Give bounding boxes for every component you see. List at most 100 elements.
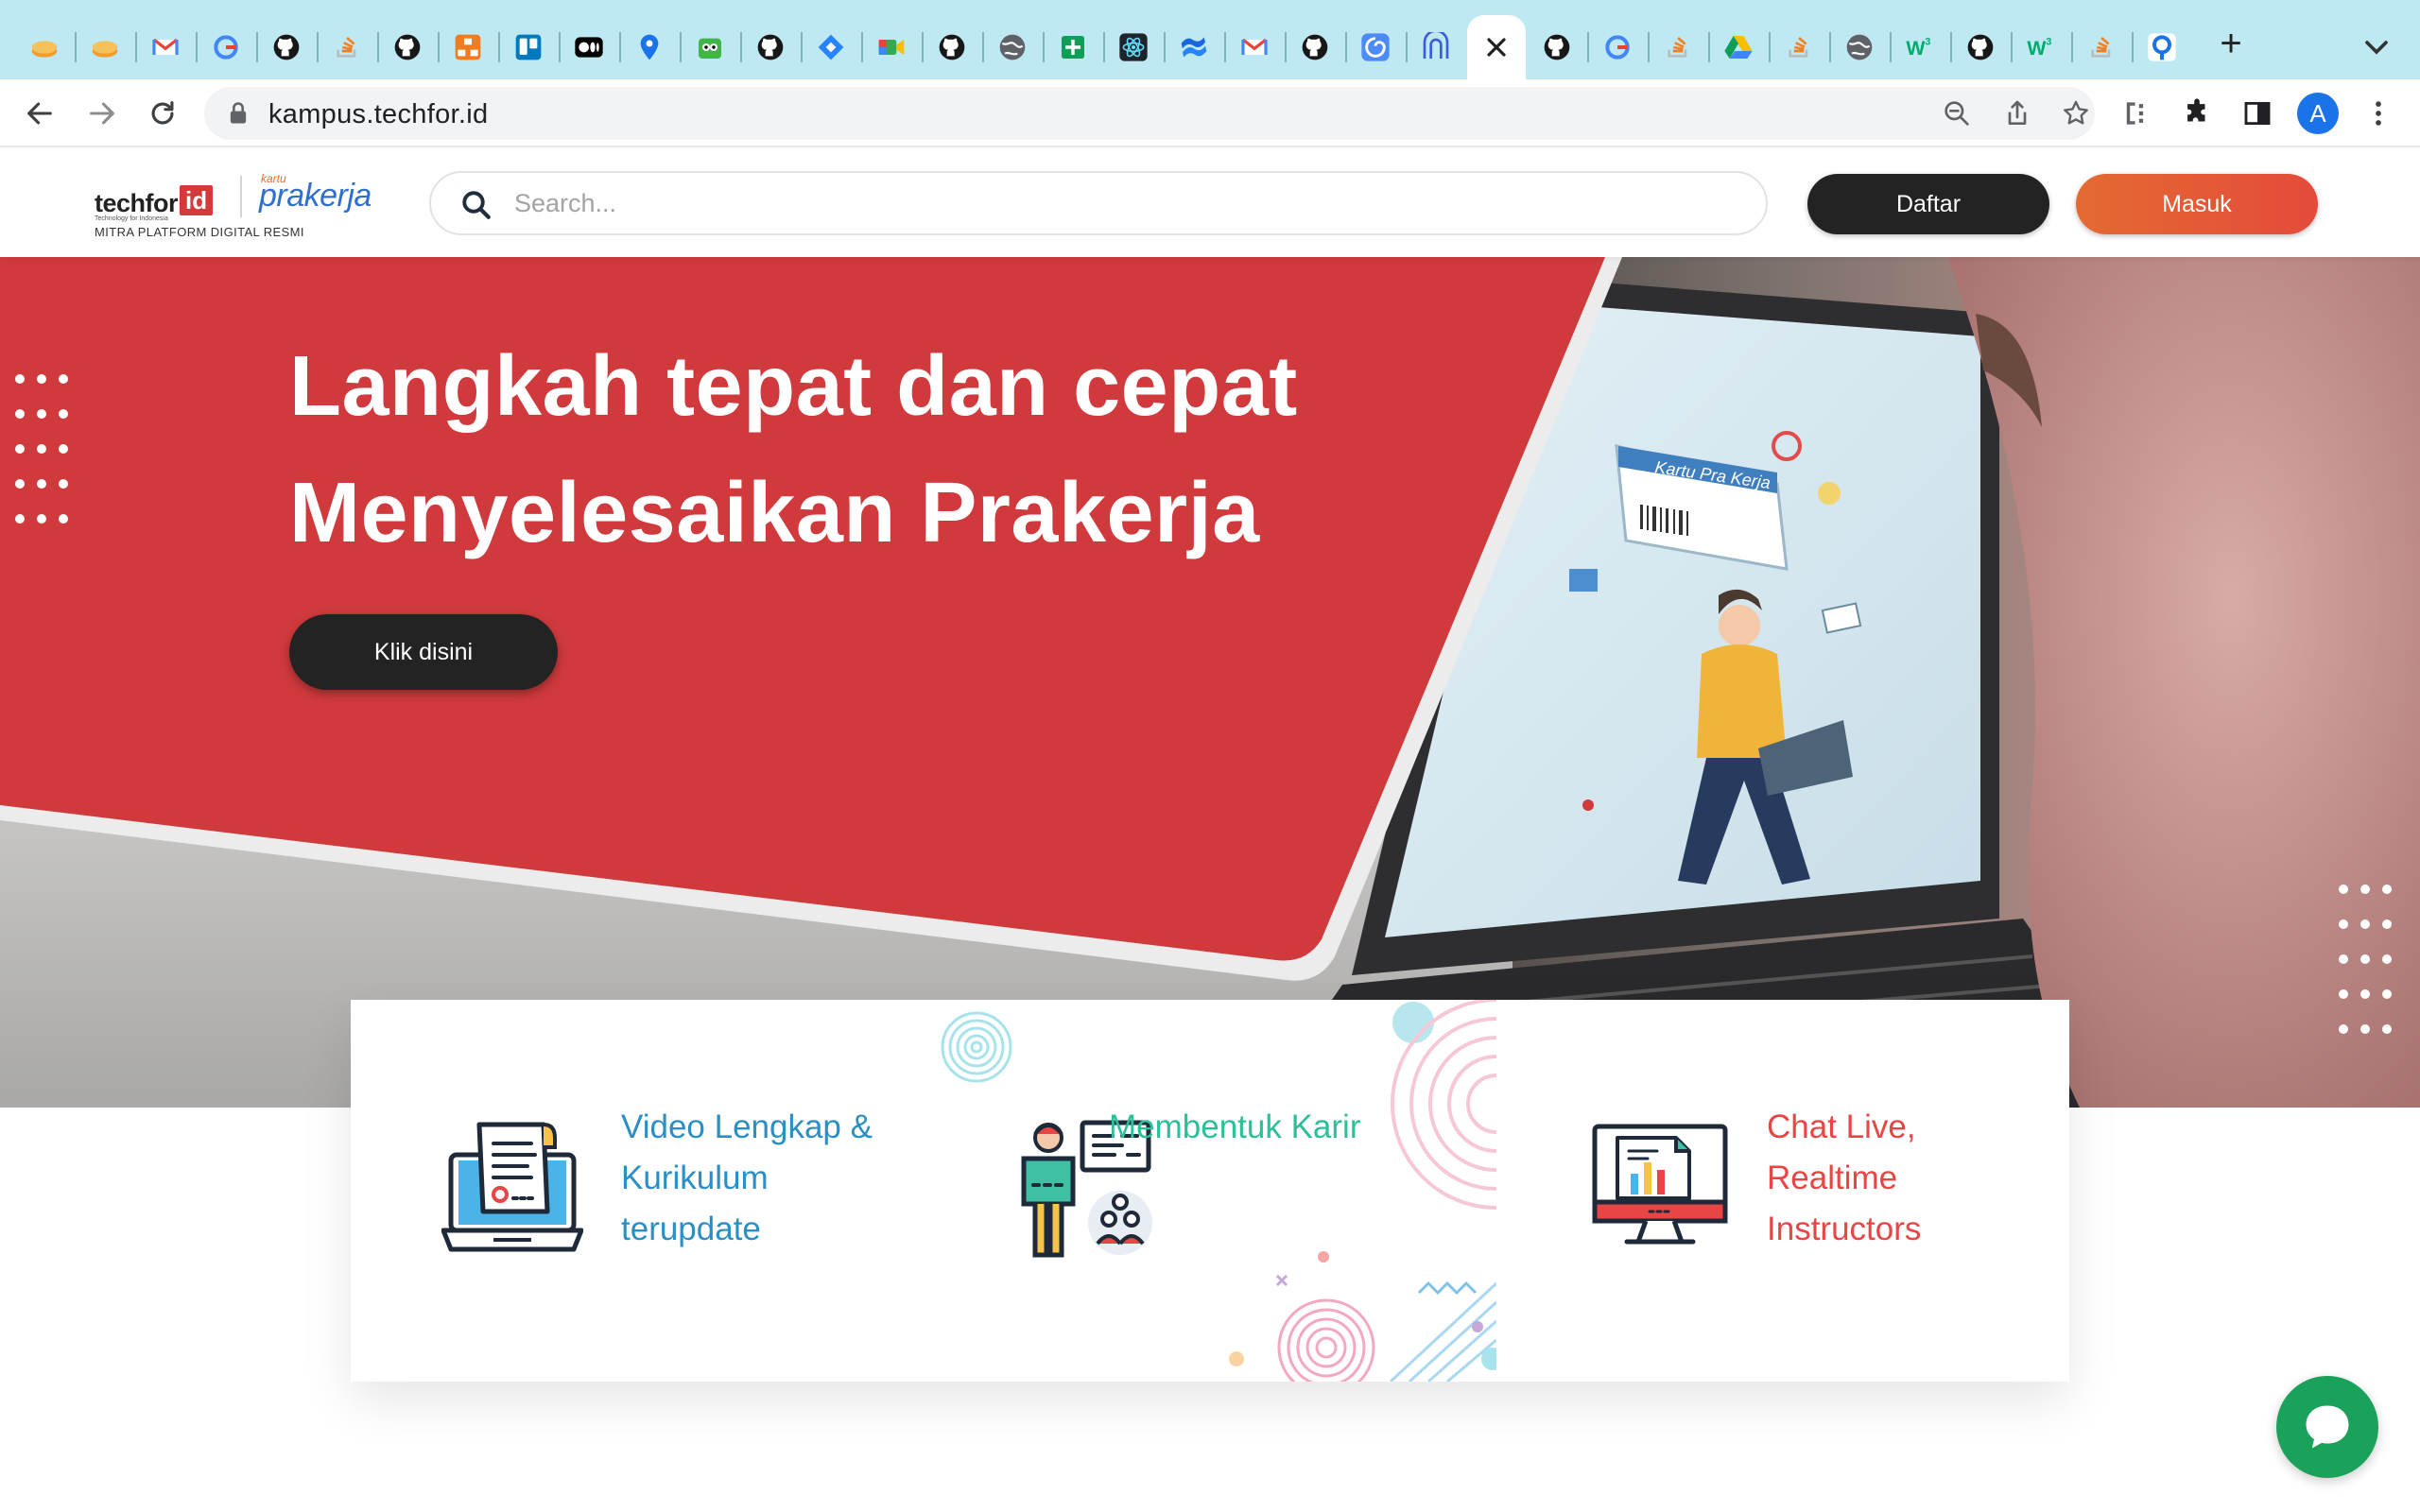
browser-toolbar: kampus.techfor.id A	[0, 79, 2420, 147]
tab[interactable]: W3	[1891, 15, 1949, 79]
bookmark-button[interactable]	[2059, 96, 2093, 130]
close-icon[interactable]	[1481, 32, 1512, 62]
chart-doodle	[1569, 569, 1598, 592]
tab[interactable]	[983, 15, 1042, 79]
tab[interactable]	[1528, 15, 1586, 79]
tab[interactable]	[2133, 15, 2191, 79]
extension-cl-button[interactable]	[2116, 93, 2157, 134]
tab[interactable]	[1588, 15, 1647, 79]
site-logo[interactable]: techfor id Technology for Indonesia kart…	[93, 172, 395, 239]
pinpoint-icon	[2147, 32, 2177, 62]
live-chat-button[interactable]	[2276, 1376, 2378, 1478]
tab[interactable]	[318, 15, 376, 79]
chat-bubble-icon	[2306, 1405, 2349, 1449]
side-panel-button[interactable]	[2237, 93, 2278, 134]
feature-chat-live[interactable]: Chat Live, Realtime Instructors	[1496, 1000, 2069, 1382]
star-icon	[2064, 100, 2088, 125]
meet-icon	[876, 32, 907, 62]
search-icon	[462, 191, 491, 219]
forward-button[interactable]	[81, 93, 123, 134]
w3-icon: W3	[1905, 32, 1935, 62]
dot-doodle	[1582, 799, 1594, 811]
tab[interactable]	[15, 15, 74, 79]
kebab-menu-icon	[2376, 101, 2381, 126]
tab[interactable]	[862, 15, 921, 79]
browser-menu-button[interactable]	[2358, 93, 2399, 134]
laptop-document-icon	[441, 1117, 584, 1259]
tab[interactable]	[257, 15, 316, 79]
login-button[interactable]: Masuk	[2076, 174, 2318, 234]
register-button[interactable]: Daftar	[1807, 174, 2049, 234]
tab[interactable]	[1044, 15, 1102, 79]
lock-icon[interactable]	[225, 100, 251, 127]
person-head	[1719, 605, 1760, 646]
tab[interactable]	[802, 15, 860, 79]
tab[interactable]	[560, 15, 618, 79]
github-icon	[937, 32, 967, 62]
tab[interactable]	[2072, 15, 2131, 79]
features-card: Video Lengkap & Kurikulum terupdate Memb…	[351, 1000, 2069, 1382]
feature-career[interactable]: Membentuk Karir	[918, 1000, 1496, 1382]
cake-icon	[29, 32, 60, 62]
profile-avatar[interactable]: A	[2297, 93, 2339, 134]
tab-search-button[interactable]	[2358, 28, 2399, 66]
logo-partner: prakerja	[259, 178, 372, 214]
extensions-button[interactable]	[2176, 93, 2218, 134]
site-header: techfor id Technology for Indonesia kart…	[0, 149, 2420, 257]
puzzle-icon	[2187, 98, 2205, 122]
cake-icon	[90, 32, 120, 62]
globe-icon	[1844, 32, 1875, 62]
svg-text:3: 3	[2046, 36, 2051, 47]
tab[interactable]	[378, 15, 437, 79]
hero-cta-button[interactable]: Klik disini	[289, 614, 558, 690]
google-icon	[1602, 32, 1633, 62]
stack-icon	[332, 32, 362, 62]
tab[interactable]	[681, 15, 739, 79]
tab[interactable]	[1286, 15, 1344, 79]
chevron-down-icon	[2365, 41, 2388, 55]
tab[interactable]	[923, 15, 981, 79]
tab[interactable]	[1770, 15, 1828, 79]
github-icon	[755, 32, 786, 62]
tab[interactable]	[439, 15, 497, 79]
share-button[interactable]	[2000, 96, 2034, 130]
tab[interactable]	[136, 15, 195, 79]
react-icon	[1118, 32, 1149, 62]
tab[interactable]	[741, 15, 800, 79]
tab[interactable]	[1649, 15, 1707, 79]
address-bar[interactable]: kampus.techfor.id	[204, 87, 2095, 140]
google-icon	[211, 32, 241, 62]
search-bar[interactable]	[429, 171, 1768, 235]
jira-icon	[816, 32, 846, 62]
zoom-button[interactable]	[1940, 96, 1974, 130]
tab[interactable]	[1407, 15, 1465, 79]
tab[interactable]	[1951, 15, 2010, 79]
tab[interactable]	[76, 15, 134, 79]
tab[interactable]: W3	[2012, 15, 2070, 79]
drive-icon	[1723, 32, 1754, 62]
tab[interactable]	[197, 15, 255, 79]
tab-active[interactable]	[1467, 15, 1526, 79]
url-text[interactable]: kampus.techfor.id	[268, 99, 488, 130]
search-input[interactable]	[514, 182, 1724, 224]
tab[interactable]	[1346, 15, 1405, 79]
tab[interactable]	[1165, 15, 1223, 79]
w3-icon: W3	[2026, 32, 2056, 62]
new-tab-button[interactable]: +	[2210, 25, 2252, 66]
feature-chat-live-text: Chat Live, Realtime Instructors	[1767, 1102, 1921, 1255]
back-button[interactable]	[19, 93, 60, 134]
logo-brand-sub: Technology for Indonesia	[95, 215, 168, 222]
reload-button[interactable]	[142, 93, 183, 134]
tab[interactable]	[1104, 15, 1163, 79]
feature-video[interactable]: Video Lengkap & Kurikulum terupdate	[351, 1000, 918, 1382]
tab[interactable]	[1225, 15, 1284, 79]
bulb-doodle	[1818, 482, 1841, 505]
hero-banner: Kartu Pra Kerja Langkah tepat dan cepat …	[0, 257, 2420, 1108]
tab[interactable]	[499, 15, 558, 79]
stack-icon	[1784, 32, 1814, 62]
tab[interactable]	[1709, 15, 1768, 79]
tab[interactable]	[620, 15, 679, 79]
tab[interactable]	[1830, 15, 1889, 79]
medium-icon	[574, 32, 604, 62]
arrow-right-icon	[90, 102, 114, 125]
